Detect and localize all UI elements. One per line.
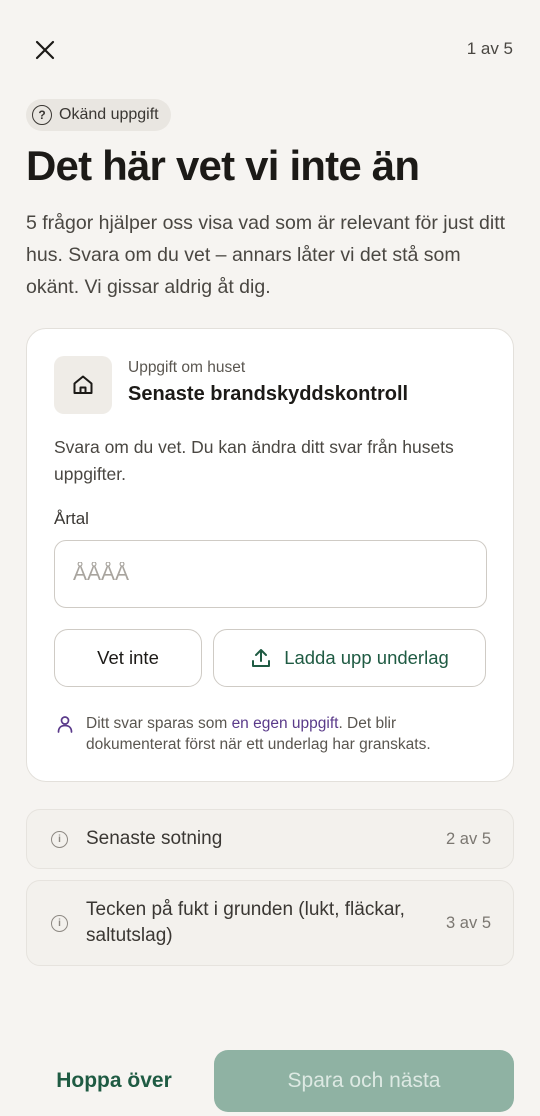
- upload-icon: [252, 649, 271, 667]
- year-field-label: Årtal: [54, 509, 89, 528]
- question-circle-icon: ?: [32, 105, 52, 125]
- intro-text: 5 frågor hjälper oss visa vad som är rel…: [26, 212, 506, 298]
- close-button[interactable]: [28, 33, 62, 67]
- question-count: 3 av 5: [446, 913, 491, 932]
- status-tag: ? Okänd uppgift: [26, 99, 171, 131]
- person-icon: [57, 716, 73, 733]
- note-text-start: Ditt svar sparas som: [86, 715, 232, 732]
- question-count: 2 av 5: [446, 829, 491, 848]
- dont-know-button[interactable]: Vet inte: [54, 629, 202, 687]
- upload-document-button[interactable]: Ladda upp underlag: [213, 629, 486, 687]
- question-row-sweeping[interactable]: i Senaste sotning 2 av 5: [26, 809, 514, 869]
- status-tag-label: Okänd uppgift: [59, 106, 159, 123]
- question-row-moisture[interactable]: i Tecken på fukt i grunden (lukt, fläcka…: [26, 880, 514, 966]
- year-input[interactable]: [54, 540, 487, 608]
- save-note: Ditt svar sparas som en egen uppgift. De…: [56, 713, 486, 755]
- question-label: Tecken på fukt i grunden (lukt, fläckar,…: [86, 899, 405, 946]
- upload-document-label: Ladda upp underlag: [284, 647, 449, 668]
- close-icon: [35, 40, 55, 60]
- save-note-text: Ditt svar sparas som en egen uppgift. De…: [86, 713, 486, 755]
- info-icon: i: [51, 914, 68, 932]
- save-next-button[interactable]: Spara och nästa: [214, 1050, 514, 1112]
- own-fact-link[interactable]: en egen uppgift: [232, 715, 339, 732]
- step-counter: 1 av 5: [466, 39, 513, 58]
- dont-know-label: Vet inte: [97, 647, 159, 668]
- question-card: Uppgift om huset Senaste brandskyddskont…: [26, 328, 514, 782]
- card-title: Senaste brandskyddskontroll: [128, 383, 409, 405]
- house-icon-box: [54, 356, 112, 414]
- house-icon: [73, 375, 93, 394]
- card-description: Svara om du vet. Du kan ändra ditt svar …: [54, 437, 454, 484]
- info-icon: i: [51, 830, 68, 848]
- card-kicker: Uppgift om huset: [128, 359, 246, 376]
- top-bar: 1 av 5: [0, 0, 540, 100]
- question-label: Senaste sotning: [86, 828, 223, 849]
- page-title: Det här vet vi inte än: [26, 142, 420, 189]
- skip-button[interactable]: Hoppa över: [26, 1050, 202, 1112]
